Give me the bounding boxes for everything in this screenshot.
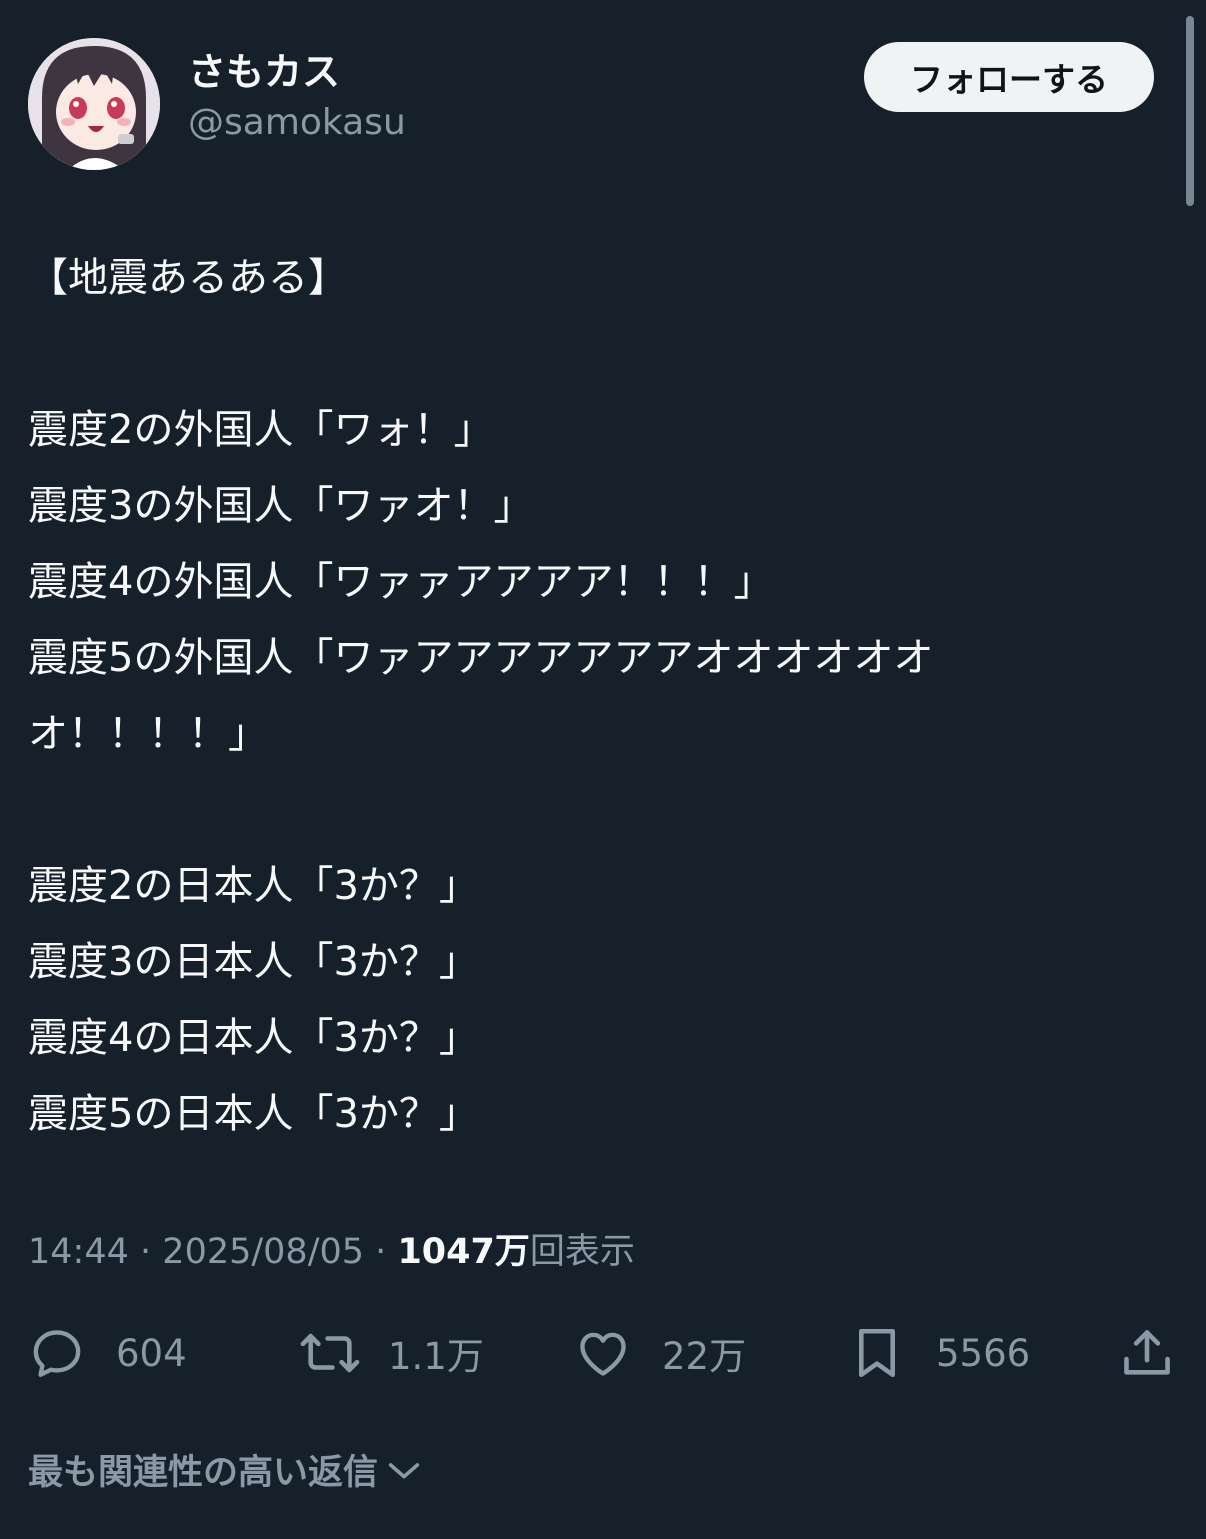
- like-count: 22万: [662, 1335, 747, 1378]
- tweet-text: 【地震あるある】 震度2の外国人「ワォ！」 震度3の外国人「ワァオ！」 震度4の…: [28, 240, 1138, 1152]
- tweet-line: 震度5の日本人「3か？」: [28, 1091, 479, 1137]
- action-bar: 604 1.1万 22万 5566: [28, 1318, 1178, 1388]
- view-label: 回表示: [529, 1232, 635, 1272]
- tweet-line: 震度5の外国人「ワァアアアアアアアオオオオオオ: [28, 635, 934, 681]
- tweet-line: 震度2の外国人「ワォ！」: [28, 407, 494, 453]
- tweet-line: オ！！！！」: [28, 711, 268, 757]
- view-count: 1047万: [397, 1232, 530, 1272]
- tweet-line: 震度3の外国人「ワァオ！」: [28, 483, 534, 529]
- tweet-meta: 14:44 · 2025/08/05 · 1047万回表示: [28, 1222, 635, 1282]
- meta-separator: ·: [375, 1232, 387, 1272]
- tweet-header: さもカス @samokasu フォローする: [28, 38, 1158, 170]
- tweet-line: 震度3の日本人「3か？」: [28, 939, 479, 985]
- tweet-time[interactable]: 14:44: [28, 1232, 129, 1272]
- replies-sort-label: 最も関連性の高い返信: [28, 1453, 379, 1493]
- reply-icon: [33, 1330, 81, 1377]
- tweet-line: 震度4の日本人「3か？」: [28, 1015, 479, 1061]
- tweet-line: 震度4の外国人「ワァァアアアア！！！」: [28, 559, 774, 605]
- share-icon: [1124, 1330, 1170, 1375]
- repost-count: 1.1万: [388, 1335, 484, 1378]
- bookmark-icon: [858, 1328, 896, 1378]
- tweet-line: 【地震あるある】: [28, 255, 348, 301]
- share-button[interactable]: [1118, 1318, 1176, 1388]
- bookmark-button[interactable]: 5566: [848, 1318, 1030, 1388]
- avatar-illustration: [28, 38, 160, 170]
- heart-icon: [580, 1332, 626, 1376]
- meta-separator: ·: [140, 1232, 152, 1272]
- avatar[interactable]: [28, 38, 160, 170]
- tweet-date[interactable]: 2025/08/05: [162, 1232, 364, 1272]
- user-handle[interactable]: @samokasu: [188, 96, 406, 150]
- scrollbar[interactable]: [1186, 16, 1194, 206]
- display-name[interactable]: さもカス: [188, 48, 406, 96]
- user-names: さもカス @samokasu: [188, 48, 406, 150]
- repost-button[interactable]: 1.1万: [298, 1318, 484, 1388]
- reply-count: 604: [116, 1331, 187, 1375]
- tweet-line: 震度2の日本人「3か？」: [28, 863, 479, 909]
- like-button[interactable]: 22万: [574, 1318, 746, 1388]
- follow-button[interactable]: フォローする: [864, 42, 1154, 112]
- reply-button[interactable]: 604: [28, 1318, 187, 1388]
- chevron-down-icon: [388, 1462, 420, 1478]
- replies-sort-button[interactable]: 最も関連性の高い返信: [28, 1444, 424, 1495]
- bookmark-count: 5566: [936, 1331, 1031, 1375]
- repost-icon: [300, 1333, 360, 1373]
